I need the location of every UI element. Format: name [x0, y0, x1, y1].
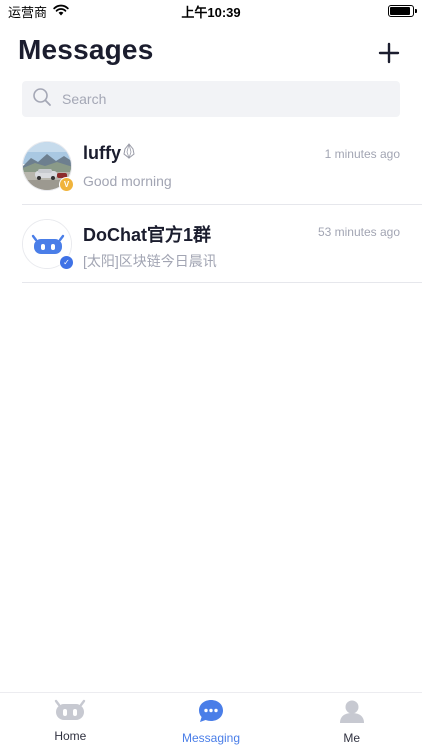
chat-bubble-icon	[197, 699, 225, 728]
conversation-name-text: luffy	[83, 143, 121, 163]
status-bar: 运营商 上午10:39	[0, 0, 422, 22]
conversation-name-text: DoChat官方1群	[83, 225, 212, 245]
avatar-wrap: V	[22, 141, 74, 192]
tab-label: Me	[343, 731, 361, 745]
tab-bar: Home Messaging Me	[0, 692, 422, 750]
status-left: 运营商	[8, 2, 69, 21]
tab-me[interactable]: Me	[281, 693, 422, 750]
eos-icon	[123, 143, 135, 164]
avatar-wrap: ✓	[22, 219, 74, 270]
battery-level	[390, 7, 410, 15]
header: Messages	[0, 30, 422, 74]
conversation-preview: [太阳]区块链今日晨讯	[83, 253, 217, 269]
conversation-list: V luffy 1 minutes ago Good morning ✓ DoC…	[0, 127, 422, 283]
conversation-time: 1 minutes ago	[324, 147, 400, 161]
conversation-name: luffy	[83, 143, 135, 164]
conversation-preview: Good morning	[83, 173, 172, 189]
tab-label: Home	[54, 729, 87, 743]
page-title: Messages	[18, 34, 154, 65]
verified-badge-icon: ✓	[59, 255, 74, 270]
person-icon	[338, 699, 366, 728]
search-input[interactable]	[62, 91, 362, 107]
conversation-item-dochat-group[interactable]: ✓ DoChat官方1群 53 minutes ago [太阳]区块链今日晨讯	[22, 205, 422, 283]
tab-home[interactable]: Home	[0, 693, 141, 750]
search-icon	[32, 87, 52, 112]
battery-icon	[388, 5, 417, 17]
robot-home-icon	[53, 699, 87, 726]
search-bar[interactable]	[22, 81, 400, 117]
verified-badge-icon: V	[59, 177, 74, 192]
conversation-item-luffy[interactable]: V luffy 1 minutes ago Good morning	[22, 127, 422, 205]
carrier-label: 运营商	[8, 4, 48, 20]
tab-messaging[interactable]: Messaging	[141, 693, 282, 750]
conversation-name: DoChat官方1群	[83, 221, 211, 247]
wifi-icon	[53, 4, 69, 19]
tab-label: Messaging	[181, 731, 241, 745]
plus-icon	[378, 42, 400, 64]
add-button[interactable]	[376, 40, 402, 66]
conversation-time: 53 minutes ago	[317, 225, 400, 239]
